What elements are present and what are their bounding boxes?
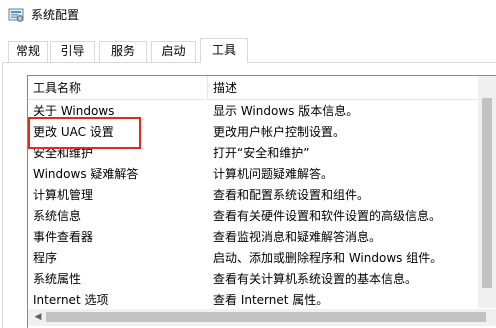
- column-header-description[interactable]: 描述: [208, 76, 496, 100]
- list-item[interactable]: 事件查看器 查看监视消息和疑难解答消息。: [28, 227, 496, 248]
- tool-name: 计算机管理: [33, 188, 94, 202]
- tool-name: 系统信息: [33, 209, 82, 223]
- list-item[interactable]: Internet 选项 查看 Internet 属性。: [28, 290, 496, 311]
- tool-name: 系统属性: [33, 272, 82, 286]
- tool-name: 事件查看器: [33, 230, 94, 244]
- list-item[interactable]: 系统信息 查看有关硬件设置和软件设置的高级信息。: [28, 206, 496, 227]
- list-item[interactable]: 计算机管理 查看和配置系统设置和组件。: [28, 185, 496, 206]
- tool-description: 启动、添加或删除程序和 Windows 组件。: [213, 251, 443, 265]
- tool-description: 查看和配置系统设置和组件。: [213, 188, 370, 202]
- tool-description: 查看监视消息和疑难解答消息。: [213, 230, 382, 244]
- list-item[interactable]: Windows 疑难解答 计算机问题疑难解答。: [28, 164, 496, 185]
- tool-description: 打开“安全和维护”: [213, 146, 310, 160]
- tab-startup[interactable]: 启动: [151, 41, 196, 62]
- list-item[interactable]: 系统属性 查看有关计算机系统设置的基本信息。: [28, 269, 496, 290]
- horizontal-scrollbar[interactable]: ◀: [28, 309, 496, 326]
- tab-tools[interactable]: 工具: [200, 38, 248, 63]
- tool-name: Windows 疑难解答: [33, 167, 139, 181]
- column-header-tool-name[interactable]: 工具名称: [28, 76, 208, 100]
- tool-description: 查看有关计算机系统设置的基本信息。: [213, 272, 418, 286]
- tools-list[interactable]: 工具名称 描述 关于 Windows 显示 Windows 版本信息。 更改 U…: [27, 75, 496, 328]
- tool-description: 显示 Windows 版本信息。: [213, 104, 359, 118]
- tab-general[interactable]: 常规: [8, 41, 48, 62]
- title-bar: 系统配置: [0, 0, 496, 30]
- vertical-scroll-thumb[interactable]: [482, 98, 492, 288]
- tab-services[interactable]: 服务: [99, 41, 147, 62]
- msconfig-icon: [8, 7, 24, 23]
- tool-description: 查看有关硬件设置和软件设置的高级信息。: [213, 209, 442, 223]
- tool-description: 查看 Internet 属性。: [213, 293, 329, 307]
- list-header: 工具名称 描述: [28, 76, 496, 100]
- vertical-scrollbar[interactable]: [478, 76, 496, 308]
- tool-name: 程序: [33, 251, 58, 265]
- tool-description: 更改用户帐户控制设置。: [213, 125, 346, 139]
- horizontal-scroll-thumb[interactable]: [46, 312, 486, 322]
- tab-bar: 常规 引导 服务 启动 工具: [0, 38, 496, 63]
- tool-name: Internet 选项: [33, 293, 109, 307]
- list-item[interactable]: 程序 启动、添加或删除程序和 Windows 组件。: [28, 248, 496, 269]
- tab-boot[interactable]: 引导: [50, 41, 95, 62]
- scroll-left-arrow-icon[interactable]: ◀: [32, 311, 44, 324]
- tool-description: 计算机问题疑难解答。: [213, 167, 334, 181]
- window-title: 系统配置: [31, 8, 80, 22]
- highlight-annotation-box: [28, 117, 141, 149]
